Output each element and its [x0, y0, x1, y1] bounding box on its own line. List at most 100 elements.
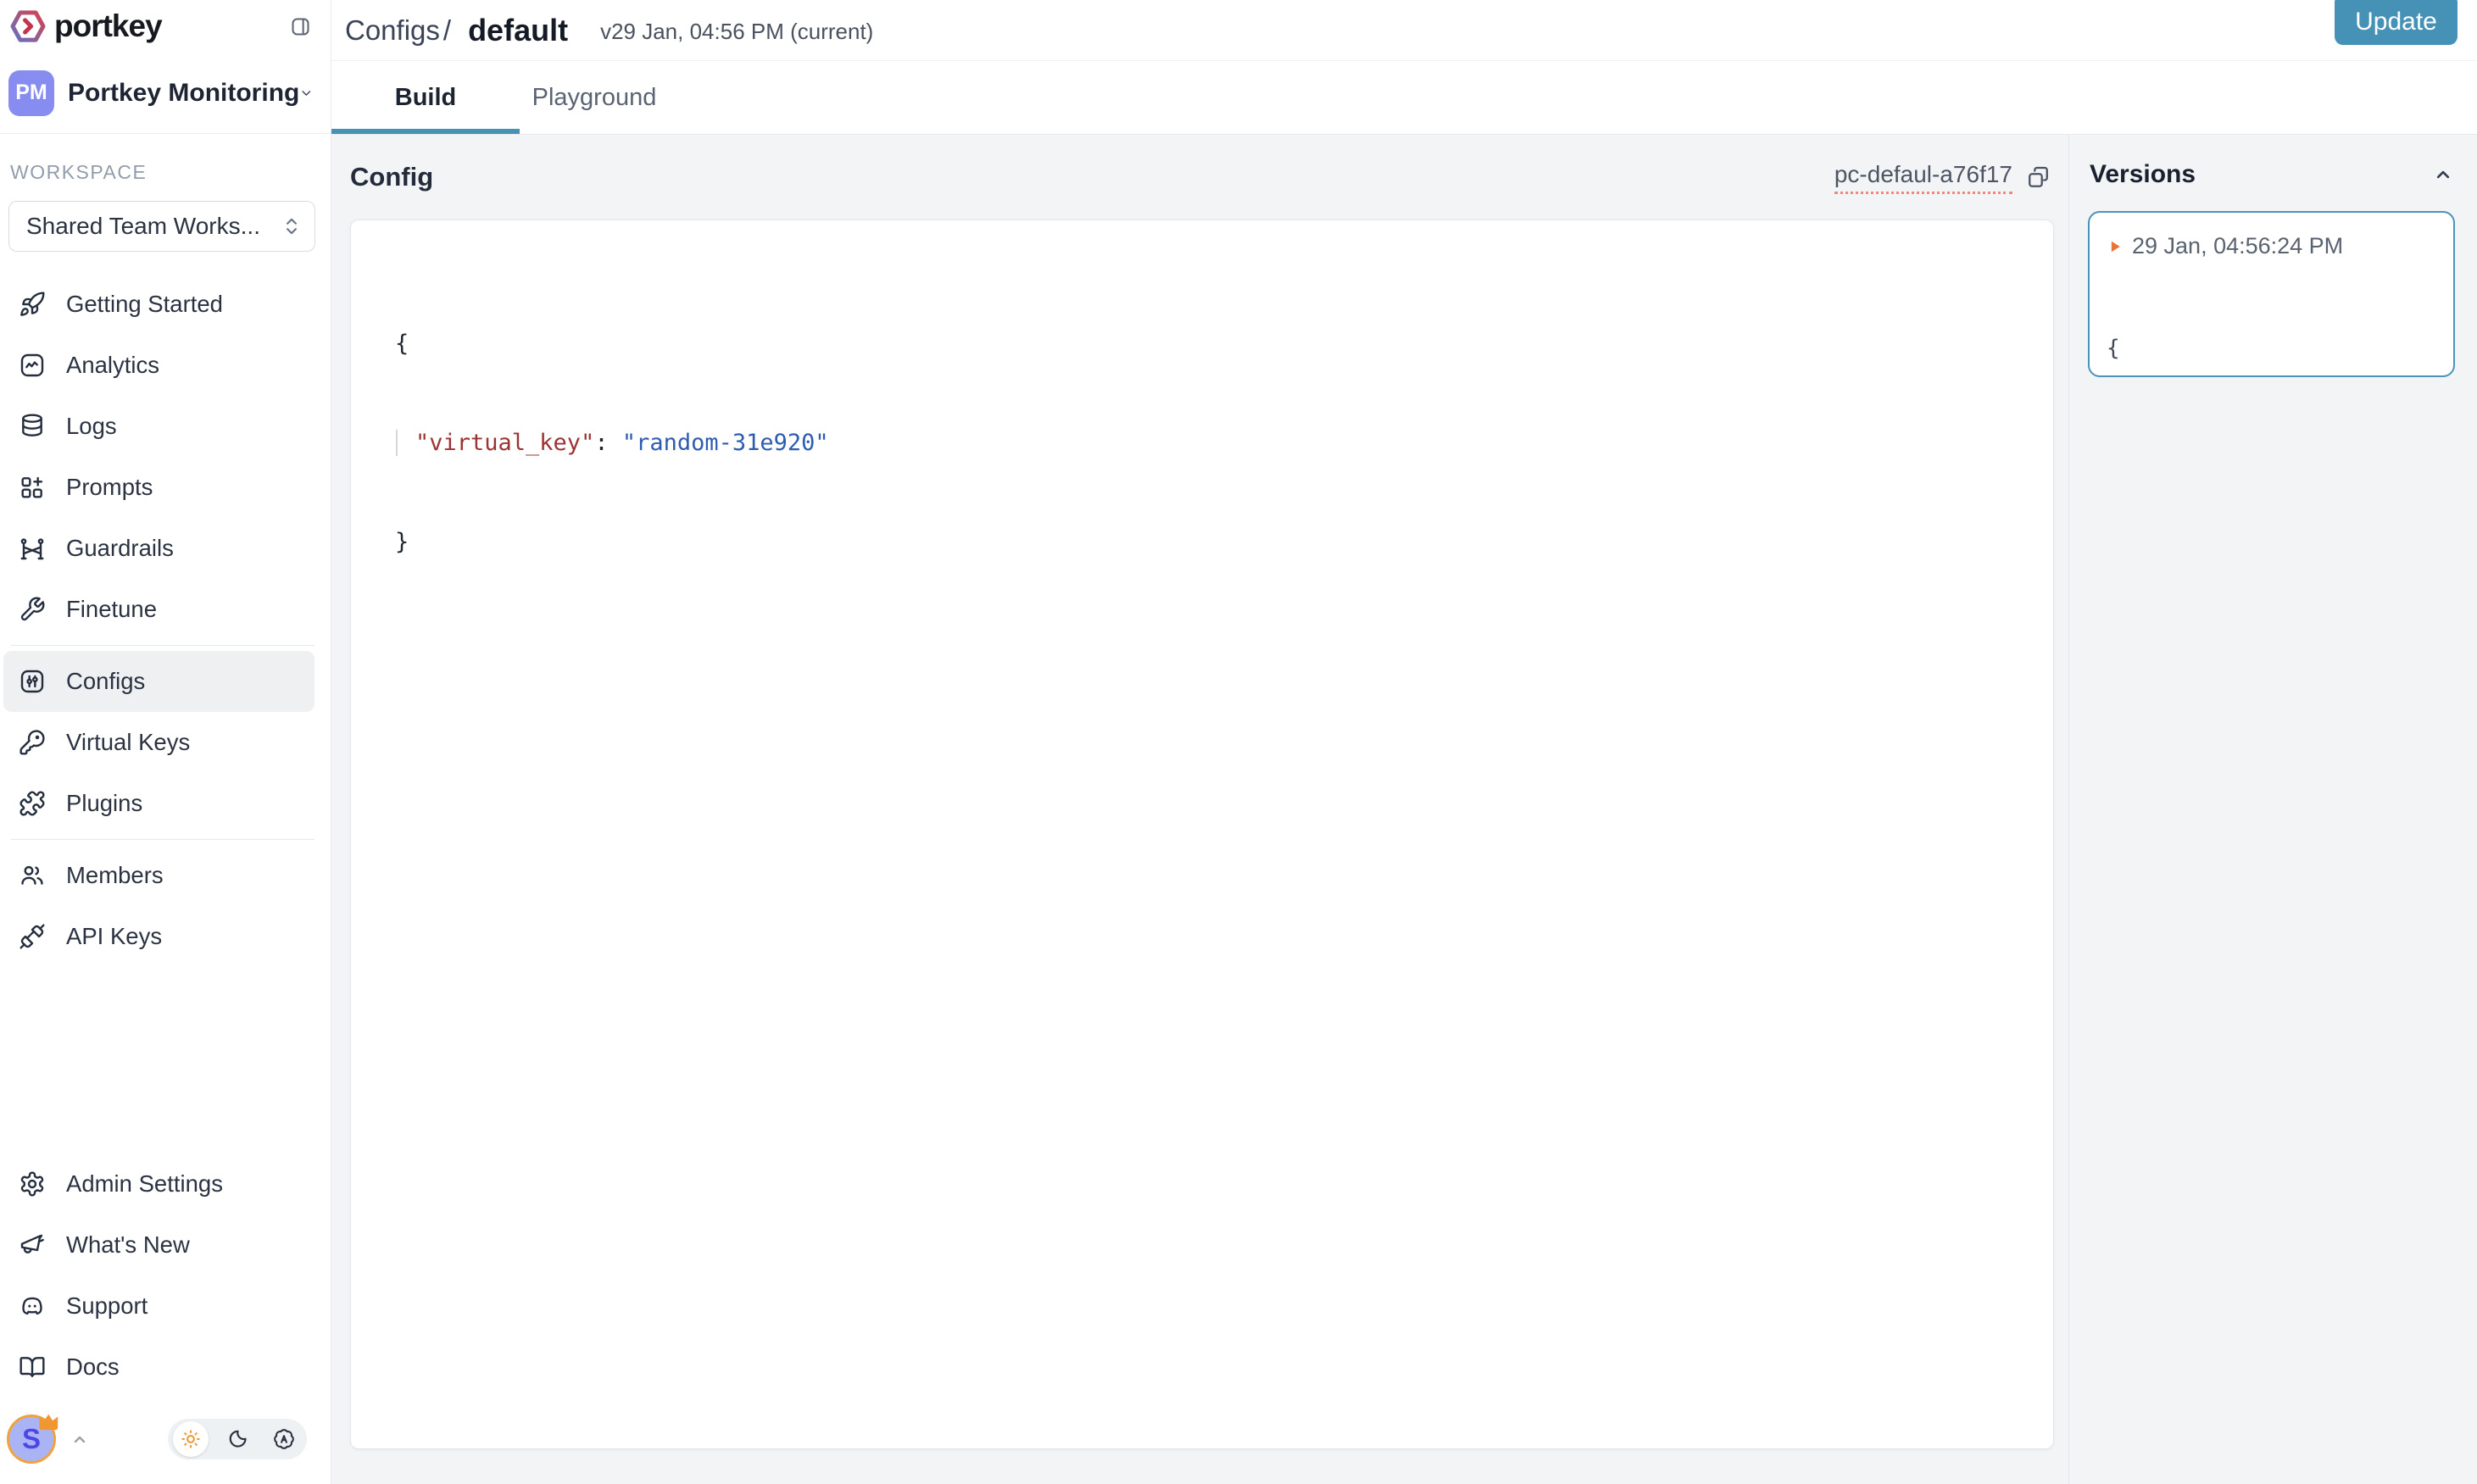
json-separator: :: [594, 430, 622, 456]
breadcrumb-configs-link[interactable]: Configs: [345, 14, 440, 47]
sidebar-item-virtual-keys[interactable]: Virtual Keys: [3, 712, 314, 773]
config-section-title: Config: [350, 162, 433, 192]
sidebar-footer: S: [0, 1406, 331, 1484]
book-open-icon: [19, 1353, 46, 1381]
dark-theme-button[interactable]: [220, 1421, 255, 1457]
code-line: "virtual_key": "random-31e920": [395, 426, 2019, 459]
portkey-logo-icon: [8, 7, 47, 46]
chevron-up-icon: [70, 1429, 90, 1449]
megaphone-icon: [19, 1231, 46, 1259]
current-version-marker-icon: [2107, 238, 2124, 255]
sidebar-item-label: Plugins: [66, 790, 142, 817]
version-label: v29 Jan, 04:56 PM (current): [600, 19, 873, 45]
sidebar-item-label: Members: [66, 862, 164, 889]
version-card[interactable]: 29 Jan, 04:56:24 PM { "virtual_key": "ma…: [2088, 211, 2455, 377]
discord-icon: [19, 1292, 46, 1320]
app-root: portkey PM Portkey Monitoring WORKSPACE …: [0, 0, 2477, 1484]
database-icon: [19, 413, 46, 440]
auto-theme-button[interactable]: [266, 1421, 302, 1457]
sidebar-item-label: Virtual Keys: [66, 729, 190, 756]
main-area: Configs / default v29 Jan, 04:56 PM (cur…: [331, 0, 2477, 1484]
org-switcher[interactable]: PM Portkey Monitoring: [0, 53, 331, 134]
sidebar-item-configs[interactable]: Configs: [3, 651, 314, 712]
sidebar-item-label: What's New: [66, 1231, 190, 1259]
theme-toggle: [168, 1419, 307, 1459]
versions-title: Versions: [2090, 160, 2196, 189]
workspace-select-value: Shared Team Works...: [26, 213, 260, 240]
version-timestamp: 29 Jan, 04:56:24 PM: [2132, 233, 2343, 259]
sidebar-item-plugins[interactable]: Plugins: [3, 773, 314, 834]
sidebar-item-admin-settings[interactable]: Admin Settings: [3, 1153, 314, 1214]
sidebar-item-prompts[interactable]: Prompts: [3, 457, 314, 518]
sidebar-item-label: Analytics: [66, 352, 159, 379]
config-section: Config pc-defaul-a76f17 { "virtual_key":…: [331, 135, 2069, 1484]
version-code-line: {: [2107, 332, 2453, 364]
json-value: "random-31e920": [622, 430, 829, 456]
sidebar-item-label: Finetune: [66, 596, 157, 623]
logo-row: portkey: [0, 0, 331, 53]
sidebar-collapse-icon[interactable]: [289, 15, 312, 38]
sidebar-item-guardrails[interactable]: Guardrails: [3, 518, 314, 579]
versions-header: Versions: [2069, 135, 2477, 189]
version-code-preview: { "virtual_key": "main-25 }: [2107, 268, 2453, 377]
light-theme-button[interactable]: [173, 1421, 209, 1457]
plug-icon: [19, 923, 46, 950]
sidebar-divider: [11, 839, 314, 840]
gear-icon: [19, 1170, 46, 1198]
content-area: Config pc-defaul-a76f17 { "virtual_key":…: [331, 134, 2477, 1484]
page-title: default: [468, 13, 568, 48]
update-button[interactable]: Update: [2335, 0, 2458, 45]
grid-plus-icon: [19, 474, 46, 501]
workspace-label: WORKSPACE: [8, 161, 315, 184]
sidebar-nav: Getting Started Analytics Logs Prompts: [0, 252, 331, 967]
config-id-group: pc-defaul-a76f17: [1834, 161, 2051, 194]
workspace-select[interactable]: Shared Team Works...: [8, 201, 315, 252]
sidebar-item-finetune[interactable]: Finetune: [3, 579, 314, 640]
key-icon: [19, 729, 46, 756]
config-id-link[interactable]: pc-defaul-a76f17: [1834, 161, 2012, 194]
sidebar-item-label: Guardrails: [66, 535, 174, 562]
config-json: { "virtual_key": "random-31e920" }: [395, 261, 2019, 625]
sidebar-item-label: Getting Started: [66, 291, 223, 318]
copy-icon[interactable]: [2026, 165, 2051, 190]
workspace-block: WORKSPACE Shared Team Works...: [0, 134, 331, 252]
user-avatar[interactable]: S: [7, 1415, 56, 1464]
sidebar-item-support[interactable]: Support: [3, 1276, 314, 1337]
sidebar-item-docs[interactable]: Docs: [3, 1337, 314, 1398]
sidebar-item-logs[interactable]: Logs: [3, 396, 314, 457]
tab-playground[interactable]: Playground: [520, 61, 669, 134]
tab-bar: Build Playground: [331, 61, 2477, 134]
sidebar-item-label: Prompts: [66, 474, 153, 501]
sidebar-divider: [11, 645, 314, 646]
sidebar-item-api-keys[interactable]: API Keys: [3, 906, 314, 967]
wrench-icon: [19, 596, 46, 623]
moon-icon: [226, 1428, 248, 1450]
org-name: Portkey Monitoring: [68, 79, 299, 108]
sidebar-item-whats-new[interactable]: What's New: [3, 1214, 314, 1276]
sidebar-spacer: [0, 967, 331, 1153]
activity-square-icon: [19, 352, 46, 379]
collapse-versions-icon[interactable]: [2431, 163, 2455, 186]
json-key: "virtual_key": [415, 430, 594, 456]
sidebar-bottom-nav: Admin Settings What's New Support Docs: [0, 1153, 331, 1406]
fence-icon: [19, 535, 46, 562]
sliders-icon: [19, 668, 46, 695]
sidebar-item-label: Docs: [66, 1353, 120, 1381]
sidebar-item-label: Configs: [66, 668, 145, 695]
versions-panel: Versions 29 Jan, 04:56:24 PM { "virtual_…: [2069, 135, 2477, 1484]
config-code-editor[interactable]: { "virtual_key": "random-31e920" }: [350, 220, 2054, 1449]
page-header: Configs / default v29 Jan, 04:56 PM (cur…: [331, 0, 2477, 61]
sidebar-item-getting-started[interactable]: Getting Started: [3, 274, 314, 335]
tab-build[interactable]: Build: [331, 61, 520, 134]
badge-a-icon: [273, 1428, 295, 1450]
rocket-icon: [19, 291, 46, 318]
puzzle-icon: [19, 790, 46, 817]
org-avatar: PM: [8, 70, 54, 116]
sidebar-item-label: Admin Settings: [66, 1170, 223, 1198]
sidebar-item-analytics[interactable]: Analytics: [3, 335, 314, 396]
code-line: }: [395, 525, 2019, 559]
sidebar-item-label: Logs: [66, 413, 117, 440]
version-timestamp-row: 29 Jan, 04:56:24 PM: [2107, 233, 2453, 259]
sidebar-item-members[interactable]: Members: [3, 845, 314, 906]
breadcrumb-separator: /: [443, 14, 451, 47]
